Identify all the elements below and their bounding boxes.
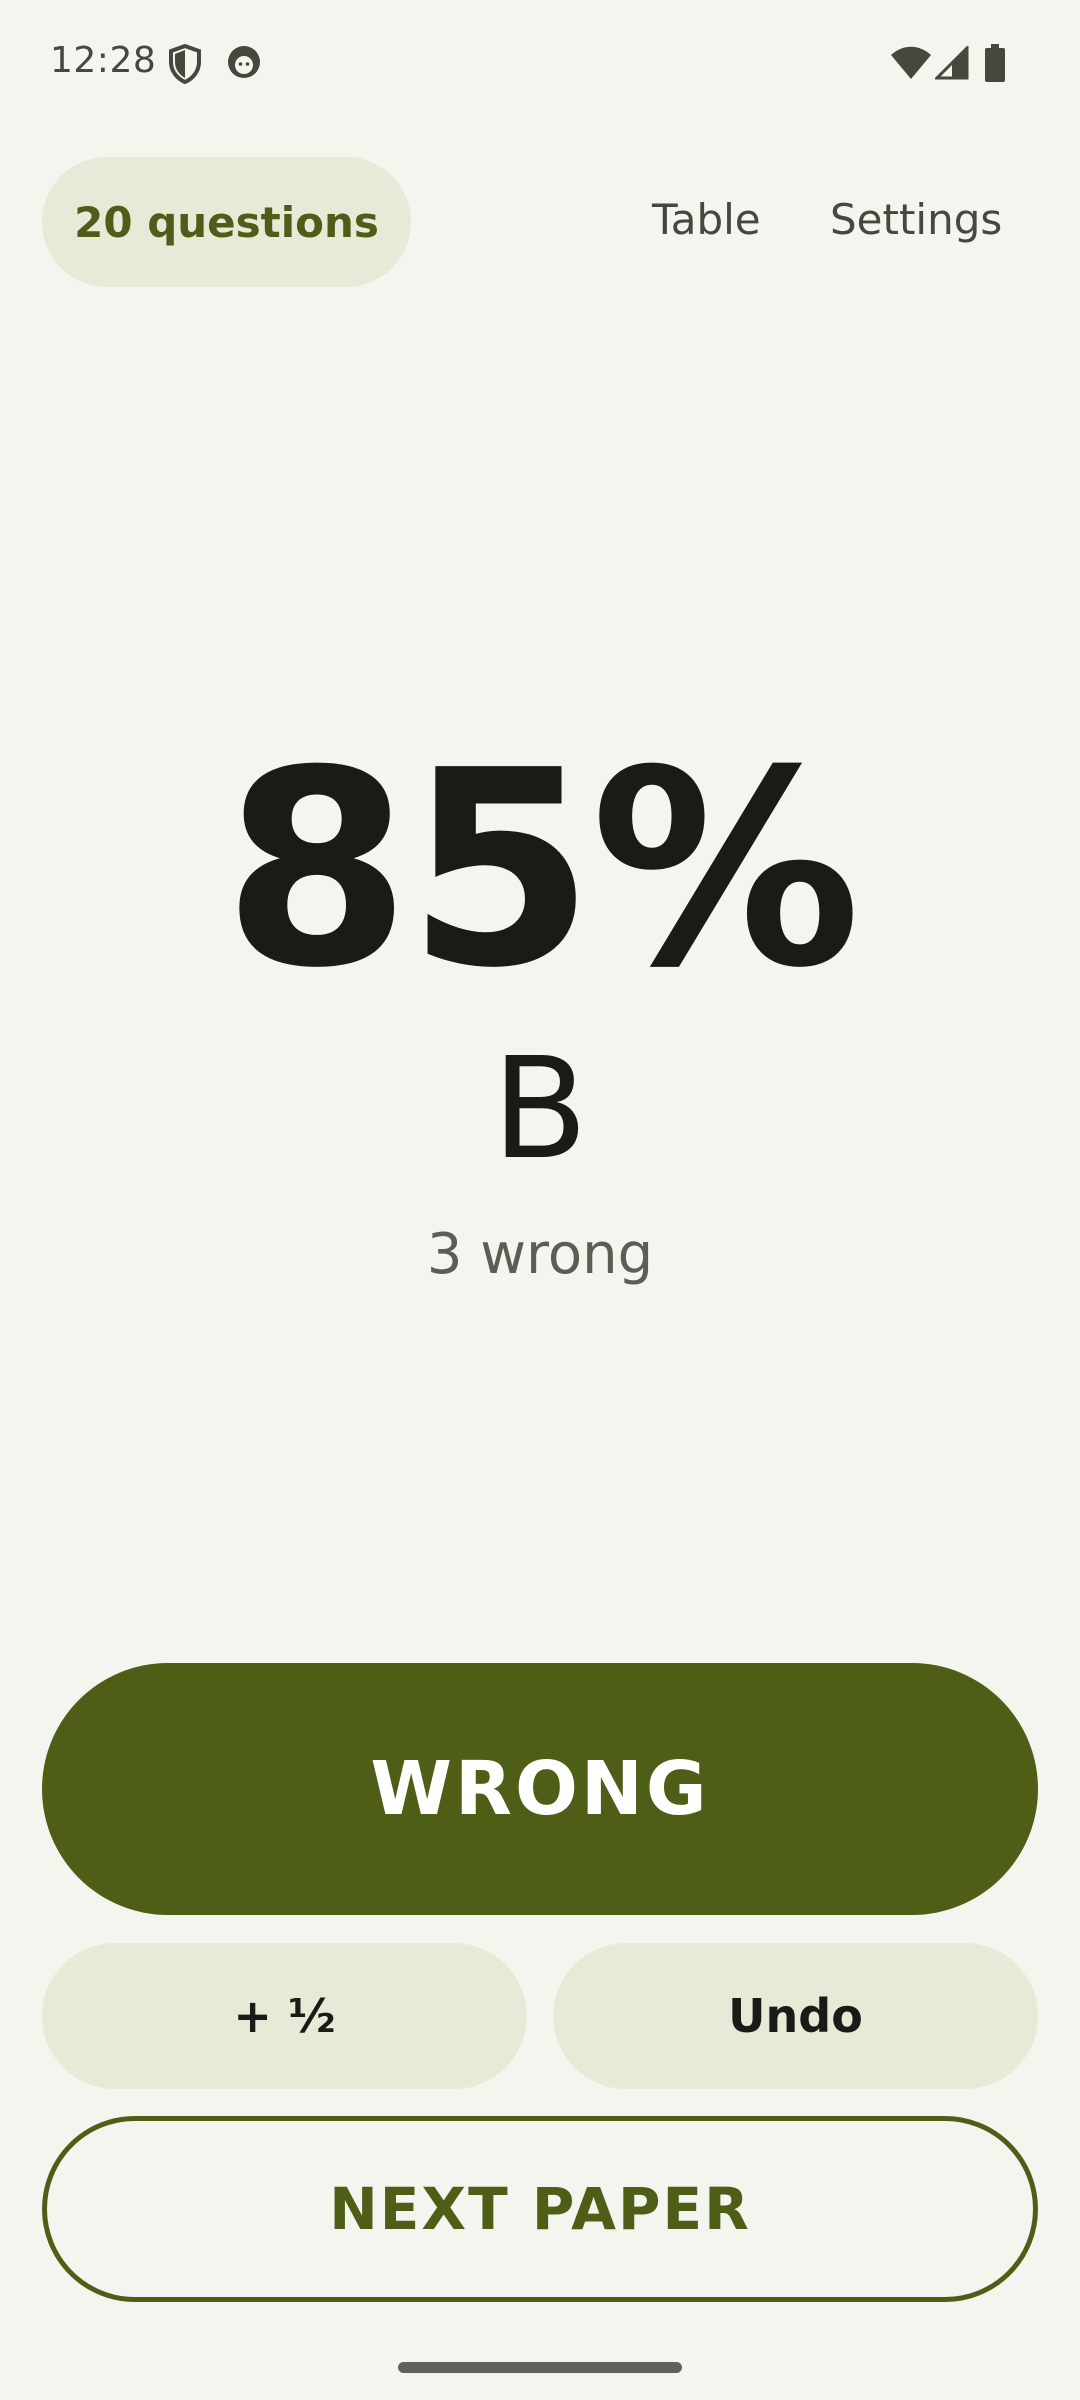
score-percent: 85%	[222, 712, 861, 1027]
gesture-nav-bar[interactable]	[398, 2362, 682, 2373]
question-count-chip[interactable]: 20 questions	[42, 157, 411, 287]
cell-signal-icon	[933, 44, 969, 85]
settings-link[interactable]: Settings	[830, 195, 1002, 244]
status-bar: 12:28	[0, 0, 1080, 130]
undo-button[interactable]: Undo	[553, 1943, 1038, 2089]
table-link[interactable]: Table	[652, 195, 761, 244]
wifi-icon	[890, 46, 932, 85]
status-time: 12:28	[50, 40, 157, 81]
score-grade: B	[491, 1028, 589, 1191]
cat-face-icon	[226, 44, 262, 85]
shield-icon	[168, 43, 202, 89]
battery-icon	[984, 44, 1006, 87]
add-half-button[interactable]: + ½	[42, 1943, 527, 2089]
next-paper-button[interactable]: NEXT PAPER	[42, 2116, 1038, 2302]
wrong-count: 3 wrong	[426, 1222, 654, 1287]
wrong-button[interactable]: WRONG	[42, 1663, 1038, 1915]
